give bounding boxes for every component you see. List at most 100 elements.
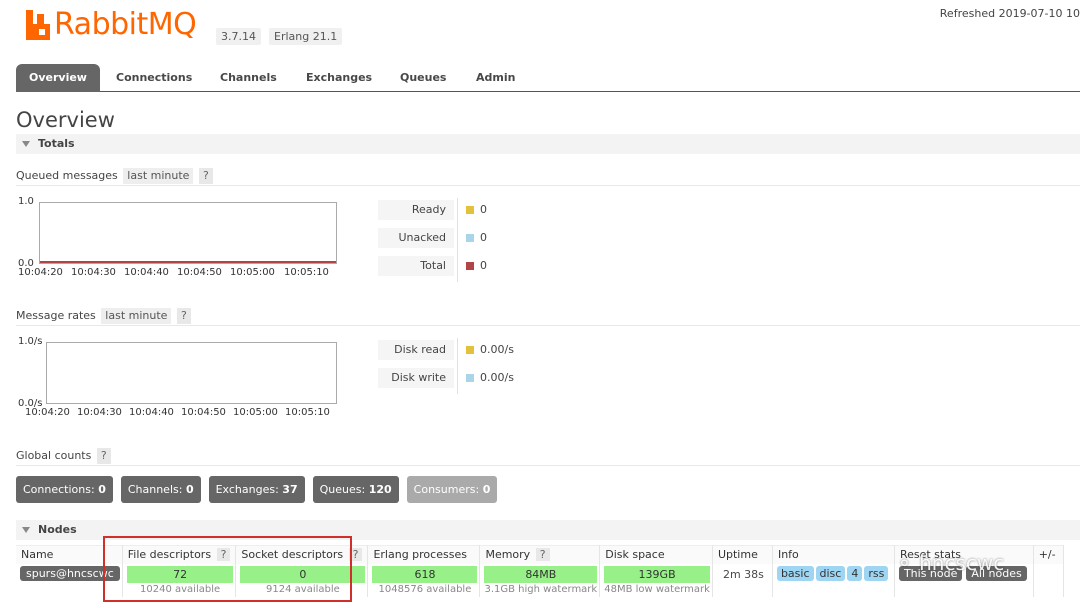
collapse-triangle-icon	[22, 141, 30, 147]
legend-row-unacked: Unacked 0	[378, 226, 578, 254]
col-erlang-processes: Erlang processes	[367, 545, 481, 564]
legend-swatch	[466, 346, 474, 354]
message-rates-chart: 1.0/s 0.0/s 10:04:20 10:04:30 10:04:40 1…	[16, 336, 346, 418]
y-axis-max-label: 1.0/s	[18, 336, 43, 347]
legend-swatch	[466, 234, 474, 242]
page-title: Overview	[16, 108, 115, 132]
x-tick: 10:04:50	[177, 267, 222, 278]
x-tick: 10:04:30	[77, 407, 122, 418]
queued-help-icon[interactable]: ?	[198, 168, 213, 184]
rabbit-icon	[26, 10, 50, 40]
erlang-version: Erlang 21.1	[269, 28, 343, 45]
x-tick: 10:05:00	[233, 407, 278, 418]
totals-label: Totals	[38, 137, 75, 150]
tab-connections[interactable]: Connections	[103, 64, 205, 92]
tab-channels[interactable]: Channels	[207, 64, 290, 92]
rates-legend: Disk read 0.00/s Disk write 0.00/s	[378, 338, 578, 394]
legend-label: Disk write	[378, 368, 454, 388]
rabbitmq-logo[interactable]: RabbitMQ	[26, 7, 197, 42]
legend-value: 0	[480, 203, 487, 216]
connections-count-button[interactable]: Connections: 0	[16, 476, 113, 503]
consumers-count-button[interactable]: Consumers: 0	[406, 476, 498, 503]
x-tick: 10:04:20	[18, 267, 63, 278]
memory-watermark: 3.1GB high watermark	[484, 583, 598, 595]
watermark: ⚬ hncscwc	[896, 551, 1005, 575]
legend-label: Disk read	[378, 340, 454, 360]
queued-legend: Ready 0 Unacked 0 Total 0	[378, 198, 578, 282]
queued-messages-chart: 1.0 0.0 10:04:20 10:04:30 10:04:40 10:04…	[16, 196, 346, 278]
empty-cell	[1033, 563, 1064, 597]
disk-space-watermark: 48MB low watermark	[604, 583, 710, 595]
socket-descriptors-bar: 0	[240, 565, 366, 583]
erlang-processes-available: 1048576 available	[378, 583, 472, 595]
exchanges-count-button[interactable]: Exchanges: 37	[208, 476, 305, 503]
help-icon[interactable]: ?	[535, 548, 550, 562]
info-cell: basic disc 4 rss	[772, 563, 895, 597]
erlang-processes-cell: 618 1048576 available	[367, 563, 481, 597]
queues-count-button[interactable]: Queues: 120	[312, 476, 399, 503]
x-tick: 10:05:10	[285, 407, 330, 418]
socket-descriptors-cell: 0 9124 available	[235, 563, 369, 597]
global-counts-buttons: Connections: 0 Channels: 0 Exchanges: 37…	[16, 476, 498, 503]
col-uptime: Uptime	[712, 545, 773, 564]
node-name-cell: spurs@hncscwc	[16, 563, 123, 597]
legend-label: Unacked	[378, 228, 454, 248]
x-tick: 10:04:30	[71, 267, 116, 278]
chart-plot-area	[46, 342, 337, 404]
x-tick: 10:04:20	[25, 407, 70, 418]
chart-plot-area	[39, 202, 337, 264]
rates-help-icon[interactable]: ?	[176, 308, 191, 324]
y-axis-max-label: 1.0	[18, 196, 34, 207]
message-rates-title: Message rates	[16, 309, 96, 322]
node-link[interactable]: spurs@hncscwc	[20, 565, 120, 581]
legend-swatch	[466, 206, 474, 214]
global-counts-help-icon[interactable]: ?	[96, 448, 111, 464]
collapse-triangle-icon	[22, 527, 30, 533]
info-tag-disc: disc	[815, 565, 846, 581]
queued-range-selector[interactable]: last minute	[123, 168, 194, 184]
memory-bar: 84MB	[484, 565, 598, 583]
help-icon[interactable]: ?	[348, 548, 363, 562]
x-tick: 10:05:00	[230, 267, 275, 278]
legend-row-ready: Ready 0	[378, 198, 578, 226]
x-tick: 10:05:10	[284, 267, 329, 278]
memory-cell: 84MB 3.1GB high watermark	[479, 563, 601, 597]
nodes-section-toggle[interactable]: Nodes	[16, 520, 1080, 540]
refreshed-timestamp: Refreshed 2019-07-10 10	[939, 7, 1080, 20]
tab-queues[interactable]: Queues	[387, 64, 459, 92]
message-rates-header: Message rates last minute ?	[16, 308, 1080, 326]
info-tag-count: 4	[847, 565, 863, 581]
global-counts-header: Global counts ?	[16, 448, 1080, 466]
col-plus-minus-toggle[interactable]: +/-	[1033, 545, 1064, 564]
x-tick: 10:04:50	[181, 407, 226, 418]
erlang-processes-bar: 618	[372, 565, 478, 583]
total-series-line	[40, 261, 336, 263]
legend-value: 0	[480, 259, 487, 272]
totals-section-toggle[interactable]: Totals	[16, 134, 1080, 154]
main-tabs: Overview Connections Channels Exchanges …	[16, 64, 1080, 92]
queued-messages-title: Queued messages	[16, 169, 118, 182]
col-socket-descriptors: Socket descriptors ?	[235, 545, 369, 564]
legend-label: Total	[378, 256, 454, 276]
legend-row-disk-read: Disk read 0.00/s	[378, 338, 578, 366]
tab-exchanges[interactable]: Exchanges	[293, 64, 385, 92]
rates-range-selector[interactable]: last minute	[101, 308, 172, 324]
legend-swatch	[466, 262, 474, 270]
tab-admin[interactable]: Admin	[463, 64, 528, 92]
uptime-cell: 2m 38s	[712, 563, 773, 597]
disk-space-cell: 139GB 48MB low watermark	[599, 563, 713, 597]
disk-space-bar: 139GB	[604, 565, 710, 583]
legend-row-disk-write: Disk write 0.00/s	[378, 366, 578, 394]
nodes-label: Nodes	[38, 523, 77, 536]
header: RabbitMQ 3.7.14 Erlang 21.1 Refreshed 20…	[0, 0, 1080, 60]
socket-descriptors-available: 9124 available	[266, 583, 340, 595]
queued-messages-header: Queued messages last minute ?	[16, 168, 1080, 186]
global-counts-title: Global counts	[16, 449, 92, 462]
info-tag-basic: basic	[776, 565, 814, 581]
col-name: Name	[16, 545, 123, 564]
channels-count-button[interactable]: Channels: 0	[120, 476, 201, 503]
legend-value: 0	[480, 231, 487, 244]
help-icon[interactable]: ?	[216, 548, 231, 562]
tab-overview[interactable]: Overview	[16, 64, 100, 92]
brand-name: RabbitMQ	[54, 7, 197, 42]
